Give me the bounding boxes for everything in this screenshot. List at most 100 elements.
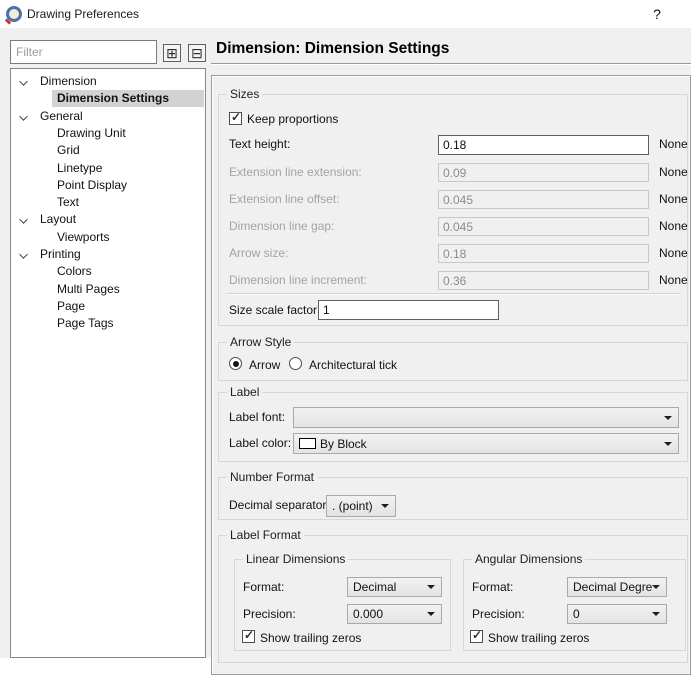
arrow-radio[interactable] <box>229 357 242 370</box>
collapse-all-icon: ⊟ <box>191 45 203 61</box>
linear-precision-label: Precision: <box>243 607 296 621</box>
arrow-style-group-label: Arrow Style <box>227 335 295 349</box>
dimension-line-increment-none: None <box>659 273 688 287</box>
page-title: Dimension: Dimension Settings <box>216 40 450 57</box>
dropdown-arrow-icon <box>427 612 435 616</box>
label-font-dropdown[interactable] <box>293 407 679 428</box>
angular-format-dropdown[interactable]: Decimal Degrees <box>567 577 667 597</box>
sizes-group-label: Sizes <box>227 87 263 101</box>
label-format-group: Label Format Linear Dimensions Format: D… <box>218 528 688 663</box>
sizes-group: Sizes ✓ Keep proportions Text height: No… <box>218 87 688 326</box>
linear-trailing-zeros-checkbox[interactable]: ✓ <box>242 628 255 643</box>
color-swatch <box>299 438 316 449</box>
text-height-input[interactable] <box>438 135 649 155</box>
arrow-size-none: None <box>659 246 688 260</box>
label-group-label: Label <box>227 385 263 399</box>
keep-proportions-label[interactable]: Keep proportions <box>247 112 338 126</box>
label-color-value: By Block <box>320 436 367 451</box>
expand-all-icon: ⊞ <box>166 45 178 61</box>
keep-proportions-checkbox[interactable]: ✓ <box>229 110 242 125</box>
expand-all-button[interactable]: ⊞ <box>163 44 181 62</box>
linear-format-label: Format: <box>243 580 285 594</box>
size-scale-factor-label: Size scale factor: <box>229 303 321 317</box>
dimension-line-gap-none: None <box>659 219 688 233</box>
tree-item-linetype[interactable]: Linetype <box>12 160 204 177</box>
label-color-dropdown[interactable]: By Block <box>293 433 679 454</box>
angular-trailing-zeros-label[interactable]: Show trailing zeros <box>488 631 589 645</box>
linear-precision-value: 0.000 <box>353 607 384 621</box>
size-scale-factor-input[interactable] <box>318 300 499 320</box>
app-logo-icon <box>6 6 22 22</box>
arrow-radio-label[interactable]: Arrow <box>249 358 280 372</box>
tree-item-dimension[interactable]: Dimension <box>12 73 204 90</box>
tree-item-point-display[interactable]: Point Display <box>12 177 204 194</box>
number-format-group: Number Format Decimal separator: . (poin… <box>218 470 688 520</box>
help-button[interactable]: ? <box>648 5 666 23</box>
dropdown-arrow-icon <box>381 504 389 508</box>
angular-trailing-zeros-checkbox[interactable]: ✓ <box>470 628 483 643</box>
collapse-all-button[interactable]: ⊟ <box>188 44 206 62</box>
linear-trailing-zeros-label[interactable]: Show trailing zeros <box>260 631 361 645</box>
tree-item-layout[interactable]: Layout <box>12 211 204 228</box>
label-font-label: Label font: <box>229 410 286 424</box>
angular-precision-value: 0 <box>573 607 580 621</box>
filter-input[interactable] <box>10 40 157 64</box>
label-group: Label Label font: Label color: By Block <box>218 385 688 462</box>
angular-precision-dropdown[interactable]: 0 <box>567 604 667 624</box>
decimal-separator-value: . (point) <box>332 499 373 513</box>
text-height-none: None <box>659 137 688 151</box>
tree-item-viewports[interactable]: Viewports <box>12 229 204 246</box>
dropdown-arrow-icon <box>664 415 672 420</box>
extension-line-extension-label: Extension line extension: <box>229 165 362 179</box>
tree-item-printing[interactable]: Printing <box>12 246 204 263</box>
tree-item-colors[interactable]: Colors <box>12 263 204 280</box>
angular-format-value: Decimal Degrees <box>573 580 652 594</box>
linear-dimensions-group-label: Linear Dimensions <box>243 552 349 566</box>
heading-separator <box>211 63 691 64</box>
extension-line-extension-input <box>438 163 649 182</box>
tree-item-drawing-unit[interactable]: Drawing Unit <box>12 125 204 142</box>
arrow-style-group: Arrow Style Arrow Architectural tick <box>218 335 688 381</box>
tree-item-grid[interactable]: Grid <box>12 142 204 159</box>
chevron-down-icon[interactable] <box>20 78 27 85</box>
decimal-separator-dropdown[interactable]: . (point) <box>326 495 396 517</box>
tree-item-page[interactable]: Page <box>12 298 204 315</box>
label-format-group-label: Label Format <box>227 528 304 542</box>
dimension-line-gap-input <box>438 217 649 236</box>
number-format-group-label: Number Format <box>227 470 318 484</box>
architectural-tick-radio[interactable] <box>289 357 302 370</box>
arrow-size-label: Arrow size: <box>229 246 289 260</box>
check-icon: ✓ <box>244 628 255 642</box>
linear-dimensions-group: Linear Dimensions Format: Decimal Precis… <box>234 552 451 651</box>
angular-format-label: Format: <box>472 580 514 594</box>
sizes-separator <box>227 293 681 294</box>
dropdown-arrow-icon <box>427 585 435 589</box>
window-title: Drawing Preferences <box>27 7 140 21</box>
tree-item-text[interactable]: Text <box>12 194 204 211</box>
title-bar: Drawing Preferences ? <box>0 0 691 28</box>
architectural-tick-radio-label[interactable]: Architectural tick <box>309 358 397 372</box>
check-icon: ✓ <box>472 628 483 642</box>
check-icon: ✓ <box>231 110 242 124</box>
preferences-tree: Dimension Dimension Settings General Dra… <box>10 68 206 658</box>
tree-item-multi-pages[interactable]: Multi Pages <box>12 281 204 298</box>
extension-line-offset-none: None <box>659 192 688 206</box>
dropdown-arrow-icon <box>652 585 660 589</box>
chevron-down-icon[interactable] <box>20 251 27 258</box>
chevron-down-icon[interactable] <box>20 216 27 223</box>
decimal-separator-label: Decimal separator: <box>229 498 330 512</box>
tree-item-dimension-settings[interactable]: Dimension Settings <box>12 90 204 107</box>
tree-item-general[interactable]: General <box>12 108 204 125</box>
linear-precision-dropdown[interactable]: 0.000 <box>347 604 442 624</box>
linear-format-dropdown[interactable]: Decimal <box>347 577 442 597</box>
tree-item-page-tags[interactable]: Page Tags <box>12 315 204 332</box>
label-color-label: Label color: <box>229 436 292 450</box>
angular-dimensions-group: Angular Dimensions Format: Decimal Degre… <box>463 552 686 651</box>
dropdown-arrow-icon <box>664 441 672 446</box>
angular-precision-label: Precision: <box>472 607 525 621</box>
extension-line-extension-none: None <box>659 165 688 179</box>
arrow-size-input <box>438 244 649 263</box>
dimension-line-increment-label: Dimension line increment: <box>229 273 368 287</box>
extension-line-offset-input <box>438 190 649 209</box>
chevron-down-icon[interactable] <box>20 113 27 120</box>
